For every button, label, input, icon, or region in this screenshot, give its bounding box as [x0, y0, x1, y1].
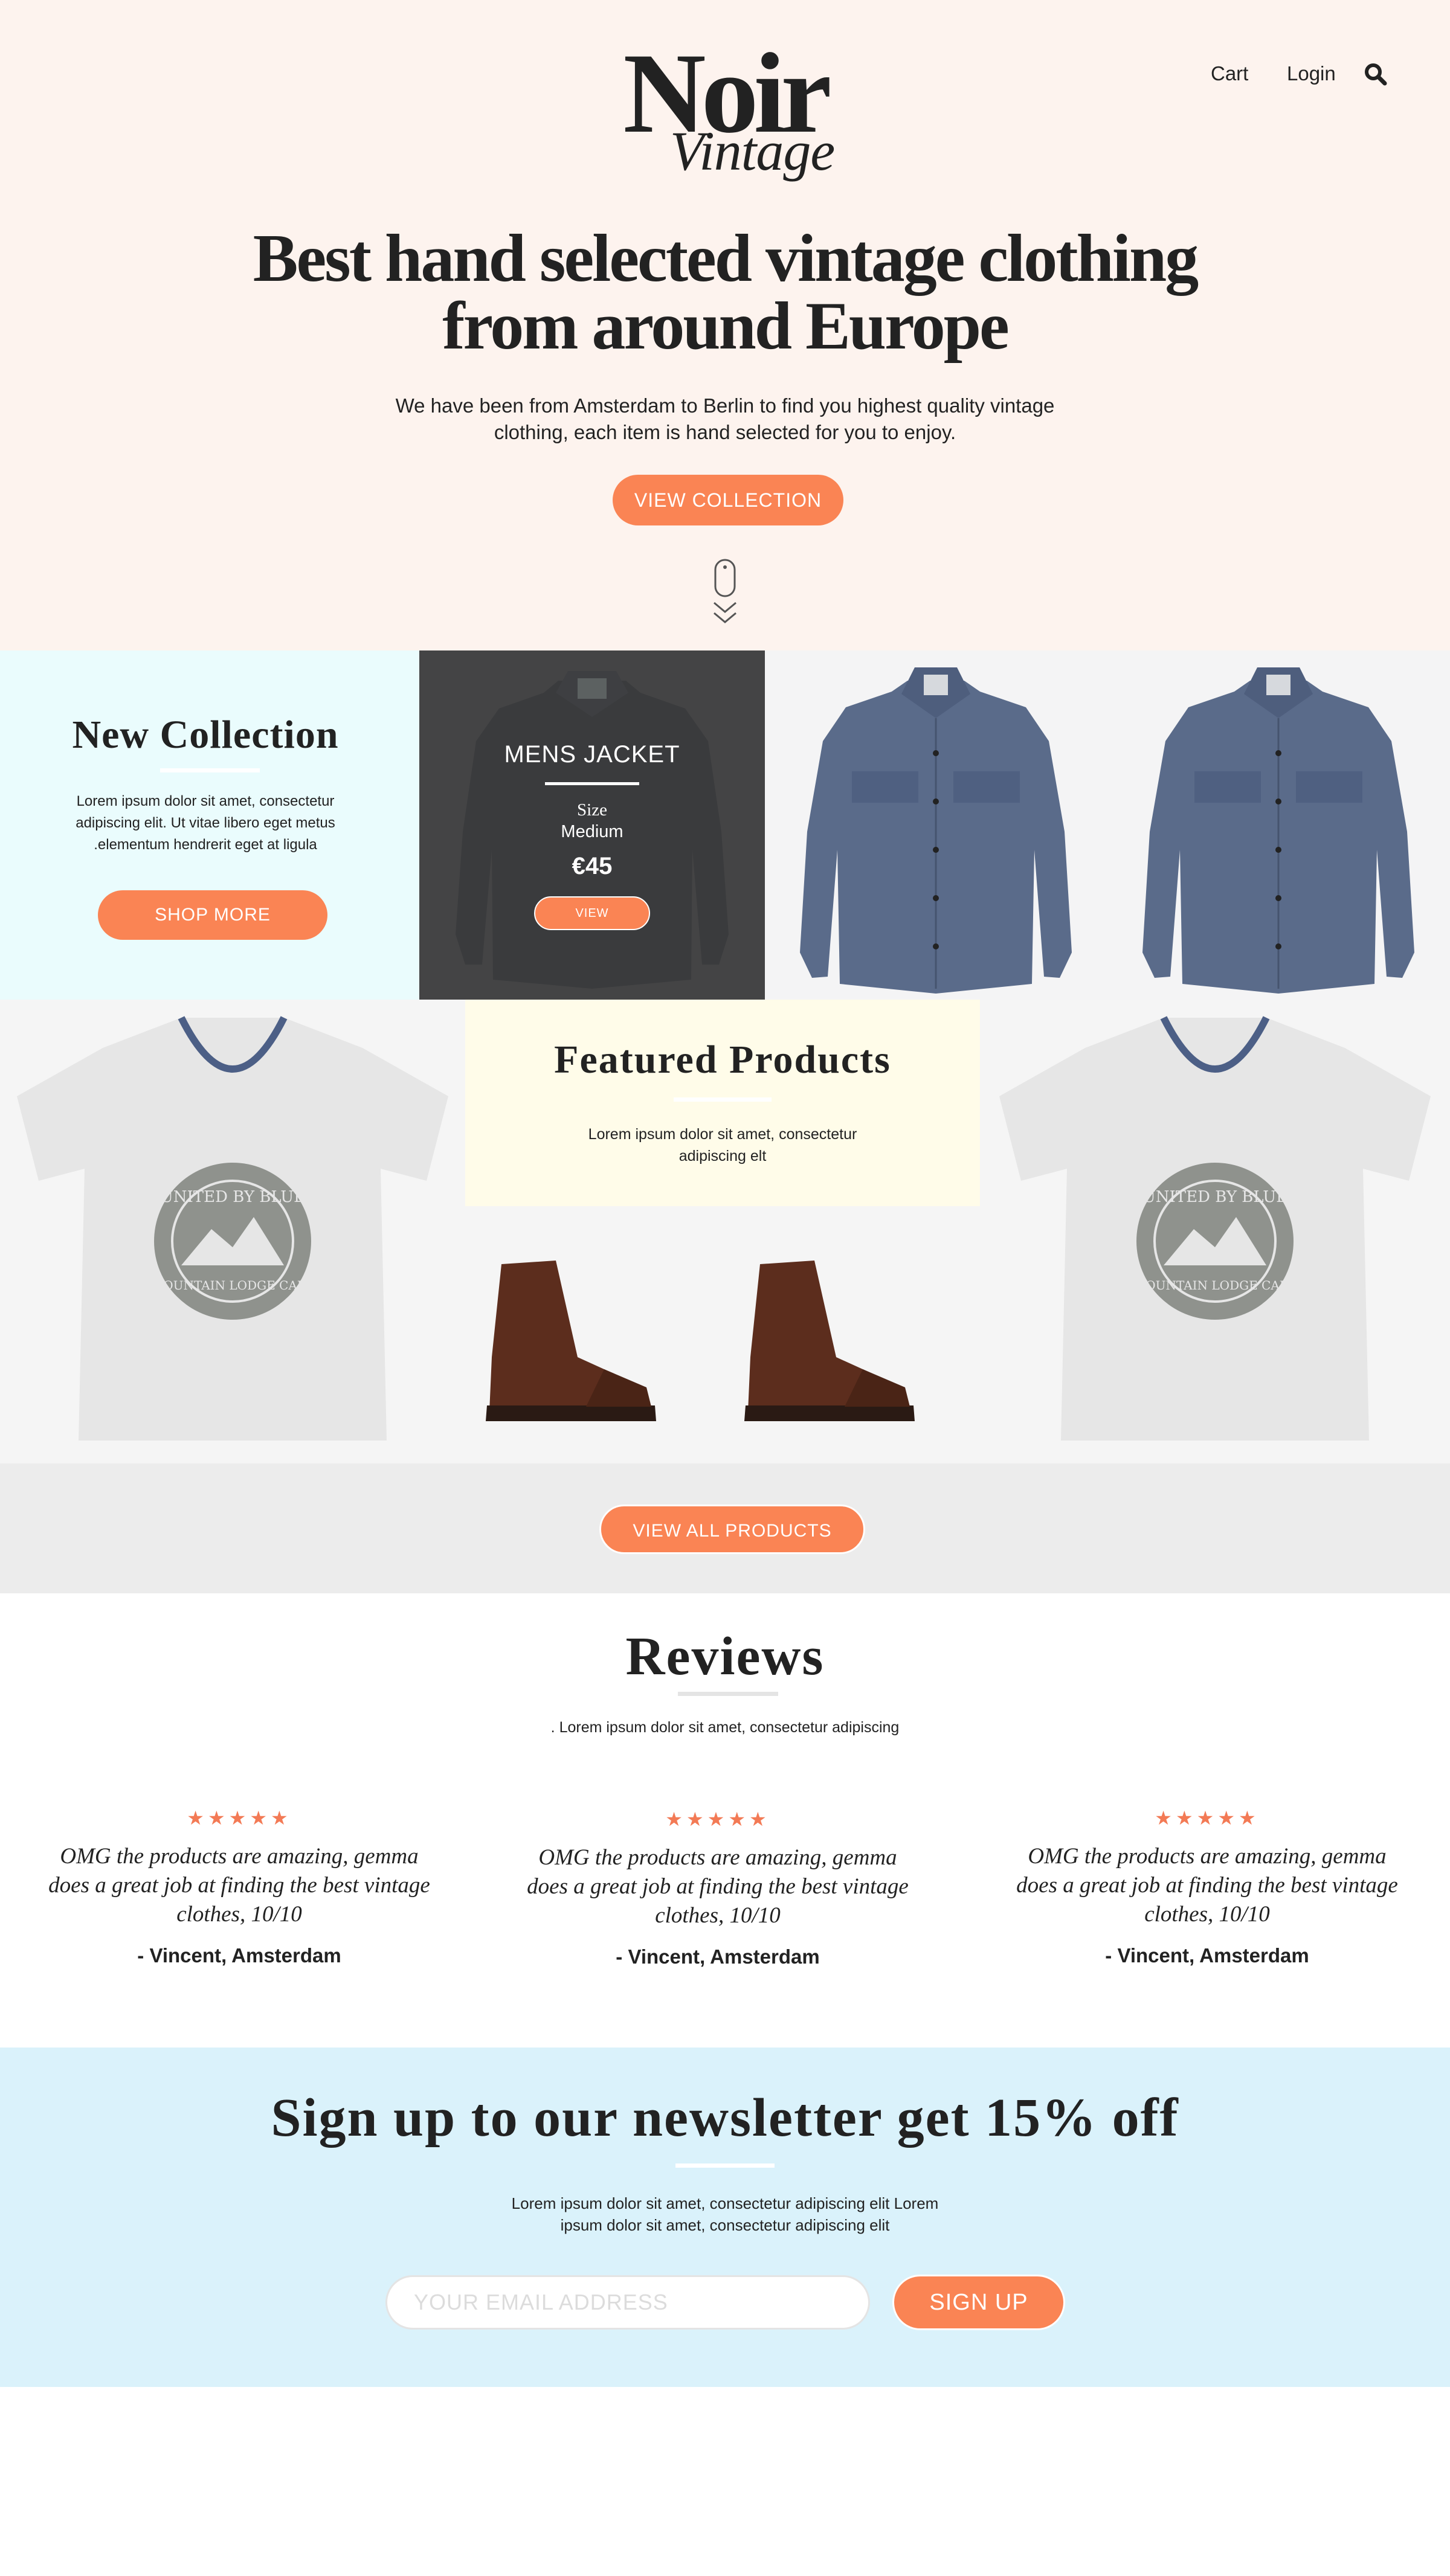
view-all-band: VIEW ALL PRODUCTS [0, 1463, 1450, 1593]
quote-line: clothes, 10/10 [1144, 1902, 1270, 1927]
review-author: - Vincent, Amsterdam [137, 1944, 341, 1967]
title-divider [675, 2163, 775, 2168]
boots-image [486, 1261, 915, 1421]
shop-more-button[interactable]: SHOP MORE [98, 890, 327, 940]
new-collection-panel: New Collection Lorem ipsum dolor sit ame… [0, 650, 419, 1000]
tee-badge-text: UNITED BY BLUE [160, 1188, 305, 1206]
newsletter-text: Lorem ipsum dolor sit amet, consectetur … [459, 2192, 991, 2236]
review-card: ★★★★★ OMG the products are amazing, gemm… [996, 1806, 1419, 1969]
view-all-products-button[interactable]: VIEW ALL PRODUCTS [599, 1505, 865, 1554]
product-size-label: Size [577, 800, 607, 820]
quote-line: OMG the products are amazing, gemma [538, 1845, 897, 1870]
product-card-tshirt[interactable]: UNITED BY BLUE MOUNTAIN LODGE CAFE [980, 1000, 1450, 1463]
tee-badge-text: MOUNTAIN LODGE CAFE [1133, 1278, 1297, 1293]
shirt-image [800, 667, 1072, 994]
view-product-button[interactable]: VIEW [534, 896, 650, 930]
product-size-value: Medium [561, 822, 624, 841]
review-card: ★★★★★ OMG the products are amazing, gemm… [506, 1807, 929, 1970]
view-collection-button[interactable]: VIEW COLLECTION [613, 475, 843, 525]
product-name: MENS JACKET [504, 741, 680, 768]
hero-title-line: from around Europe [442, 289, 1010, 364]
text-line: adipiscing elt [678, 1148, 767, 1164]
title-divider [674, 1097, 772, 1102]
email-input[interactable] [385, 2275, 870, 2330]
quote-line: does a great job at finding the best vin… [1016, 1873, 1398, 1898]
hero-subtitle-line: We have been from Amsterdam to Berlin to… [395, 394, 1055, 417]
review-author: - Vincent, Amsterdam [1105, 1944, 1309, 1967]
text-line: adipiscing elit. Ut vitae libero eget me… [76, 815, 335, 831]
logo-subtitle: Vintage [669, 120, 835, 182]
quote-line: OMG the products are amazing, gemma [60, 1844, 419, 1869]
mouse-scroll-icon[interactable] [710, 559, 740, 628]
product-card-mens-jacket[interactable]: MENS JACKET Size Medium €45 VIEW [419, 650, 765, 1000]
hero-title: Best hand selected vintage clothing from… [181, 225, 1269, 360]
product-name-divider [545, 782, 639, 785]
hero-title-line: Best hand selected vintage clothing [253, 221, 1199, 296]
nav-login-link[interactable]: Login [1287, 60, 1336, 87]
quote-line: does a great job at finding the best vin… [527, 1874, 909, 1899]
tee-badge-text: MOUNTAIN LODGE CAFE [151, 1278, 315, 1293]
product-card-boots[interactable] [465, 1206, 980, 1463]
reviews-section: Reviews . Lorem ipsum dolor sit amet, co… [0, 1593, 1450, 2048]
title-divider [160, 768, 260, 772]
new-collection-text: Lorem ipsum dolor sit amet, consectetur … [48, 791, 362, 856]
hero-subtitle: We have been from Amsterdam to Berlin to… [338, 393, 1112, 446]
sign-up-button[interactable]: SIGN UP [892, 2275, 1065, 2330]
product-card-shirt[interactable] [1107, 650, 1450, 1000]
product-card-tshirt[interactable]: UNITED BY BLUE MOUNTAIN LODGE CAFE [0, 1000, 465, 1463]
review-author: - Vincent, Amsterdam [616, 1945, 820, 1968]
tshirt-image: UNITED BY BLUE MOUNTAIN LODGE CAFE [999, 1016, 1431, 1441]
review-card: ★★★★★ OMG the products are amazing, gemm… [28, 1806, 451, 1969]
title-divider [678, 1692, 778, 1696]
new-collection-row: New Collection Lorem ipsum dolor sit ame… [0, 650, 1450, 1000]
star-rating: ★★★★★ [1155, 1807, 1260, 1829]
reviews-title: Reviews [625, 1627, 825, 1686]
product-card-shirt[interactable] [765, 650, 1107, 1000]
featured-products-row: UNITED BY BLUE MOUNTAIN LODGE CAFE Featu… [0, 1000, 1450, 1463]
text-line: Lorem ipsum dolor sit amet, consectetur [588, 1126, 857, 1143]
hero-subtitle-line: clothing, each item is hand selected for… [494, 421, 956, 443]
featured-products-title: Featured Products [554, 1038, 891, 1082]
text-line: .elementum hendrerit eget at ligula [94, 837, 317, 853]
page-footer-blank [0, 2387, 1450, 2576]
new-collection-title: New Collection [72, 713, 339, 757]
search-icon[interactable] [1364, 63, 1387, 86]
product-price: €45 [572, 853, 613, 879]
quote-line: OMG the products are amazing, gemma [1028, 1844, 1387, 1869]
text-line: Lorem ipsum dolor sit amet, consectetur [76, 793, 335, 809]
text-line: ipsum dolor sit amet, consectetur adipis… [560, 2216, 890, 2234]
quote-line: clothes, 10/10 [176, 1902, 302, 1927]
quote-line: clothes, 10/10 [655, 1903, 781, 1928]
nav-cart-link[interactable]: Cart [1211, 60, 1248, 87]
quote-line: does a great job at finding the best vin… [48, 1873, 430, 1898]
star-rating: ★★★★★ [665, 1808, 770, 1830]
featured-products-text: Lorem ipsum dolor sit amet, consectetur … [568, 1123, 877, 1167]
tshirt-image: UNITED BY BLUE MOUNTAIN LODGE CAFE [17, 1016, 448, 1441]
review-quote: OMG the products are amazing, gemma does… [28, 1842, 451, 1929]
tee-badge-text: UNITED BY BLUE [1142, 1188, 1287, 1206]
hero-section: Noir Vintage Cart Login Best hand select… [0, 0, 1450, 650]
star-rating: ★★★★★ [187, 1807, 292, 1829]
newsletter-title: Sign up to our newsletter get 15% off [271, 2088, 1179, 2148]
shirt-image [1142, 667, 1414, 994]
review-quote: OMG the products are amazing, gemma does… [996, 1842, 1419, 1929]
newsletter-section: Sign up to our newsletter get 15% off Lo… [0, 2048, 1450, 2387]
text-line: Lorem ipsum dolor sit amet, consectetur … [511, 2194, 939, 2212]
featured-products-panel: Featured Products Lorem ipsum dolor sit … [465, 1000, 980, 1206]
review-quote: OMG the products are amazing, gemma does… [506, 1843, 929, 1930]
reviews-subtitle: . Lorem ipsum dolor sit amet, consectetu… [550, 1719, 900, 1736]
